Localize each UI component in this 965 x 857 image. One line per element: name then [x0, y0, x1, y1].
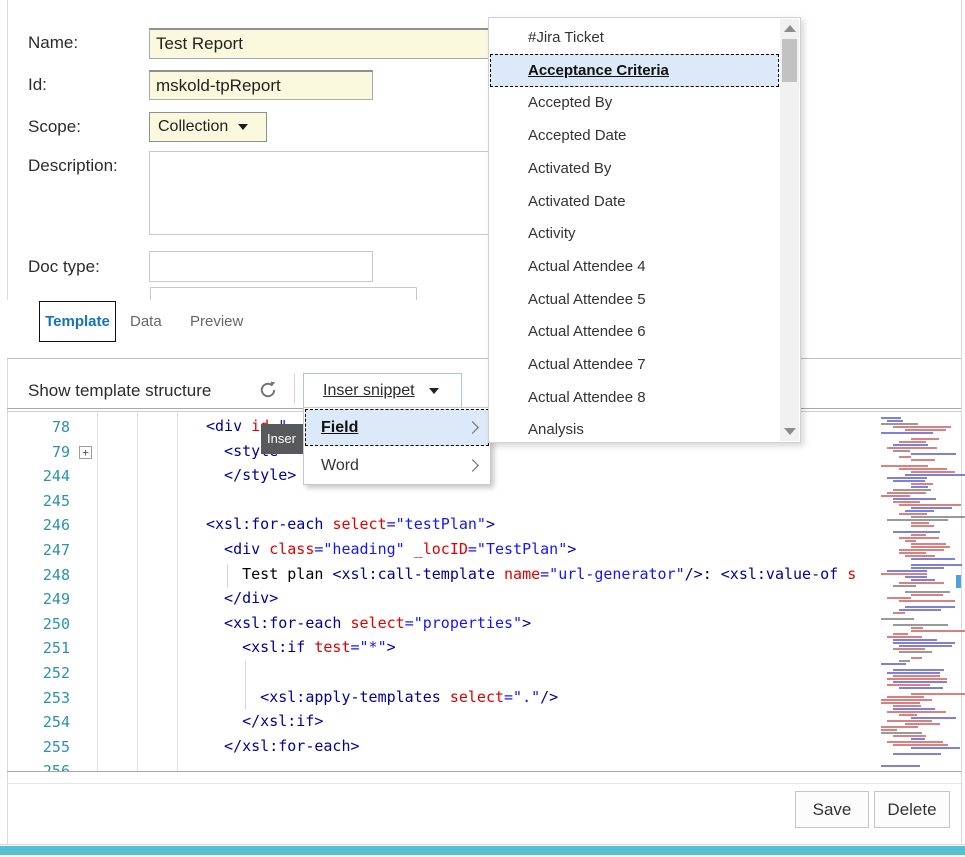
- tab-data[interactable]: Data: [130, 313, 162, 330]
- field-option[interactable]: Actual Attendee 5: [490, 283, 779, 316]
- scope-selected-value: Collection: [158, 118, 228, 136]
- code-line[interactable]: 254 </xsl:if>: [0, 710, 874, 735]
- code-line[interactable]: 246 <xsl:for-each select="testPlan">: [0, 513, 874, 538]
- code-text: </style>: [206, 466, 296, 484]
- chevron-down-icon: [238, 124, 248, 130]
- code-text: <xsl:if test="*">: [206, 638, 396, 656]
- code-text: Test plan <xsl:call-template name="url-g…: [206, 565, 856, 583]
- toolbar-separator: [294, 374, 295, 404]
- code-text: <div class="heading" _locID="TestPlan">: [206, 540, 576, 558]
- code-text: <xsl:for-each select="properties">: [206, 614, 531, 632]
- scope-label: Scope:: [28, 117, 81, 137]
- line-number: 254: [0, 713, 70, 731]
- code-line[interactable]: 248 Test plan <xsl:call-template name="u…: [0, 563, 874, 588]
- delete-button[interactable]: Delete: [874, 791, 950, 828]
- line-number: 78: [0, 418, 70, 436]
- tab-preview[interactable]: Preview: [190, 313, 243, 330]
- insert-snippet-label: Inser snippet: [323, 382, 415, 400]
- field-option[interactable]: Actual Attendee 6: [490, 315, 779, 348]
- footer-divider: [7, 783, 961, 784]
- show-template-structure-label: Show template structure: [28, 381, 211, 401]
- field-option[interactable]: Activated By: [490, 152, 779, 185]
- refresh-icon[interactable]: [257, 379, 279, 401]
- dropdown-scrollbar[interactable]: [780, 19, 799, 441]
- code-line[interactable]: 255 </xsl:for-each>: [0, 735, 874, 760]
- indent-guide: [245, 661, 246, 710]
- field-option[interactable]: Activity: [490, 217, 779, 250]
- window-right-border: [961, 0, 962, 844]
- minimap[interactable]: [877, 417, 961, 771]
- code-line[interactable]: 251 <xsl:if test="*">: [0, 636, 874, 661]
- code-text: </xsl:if>: [206, 712, 323, 730]
- tab-template-label: Template: [45, 313, 110, 330]
- code-line[interactable]: 250 <xsl:for-each select="properties">: [0, 612, 874, 637]
- field-option[interactable]: Actual Attendee 8: [490, 381, 779, 414]
- chevron-down-icon: [429, 388, 439, 394]
- code-line[interactable]: 252: [0, 661, 874, 686]
- chevron-right-icon: [466, 421, 479, 434]
- field-option[interactable]: Acceptance Criteria: [490, 54, 779, 87]
- field-option[interactable]: Accepted By: [490, 86, 779, 119]
- insert-snippet-dropdown[interactable]: Inser snippet: [303, 373, 462, 408]
- line-number: 79: [0, 443, 70, 461]
- scroll-up-icon[interactable]: [784, 25, 796, 32]
- partial-input[interactable]: [150, 287, 417, 301]
- line-number: 252: [0, 664, 70, 682]
- description-label: Description:: [28, 156, 118, 176]
- line-number: 250: [0, 615, 70, 633]
- line-number: 247: [0, 541, 70, 559]
- tab-divider: [7, 358, 961, 359]
- name-label: Name:: [28, 33, 78, 53]
- code-line[interactable]: 247 <div class="heading" _locID="TestPla…: [0, 538, 874, 563]
- snippet-menu: Field Word: [303, 407, 491, 485]
- scroll-down-icon[interactable]: [784, 428, 796, 435]
- line-number: 251: [0, 639, 70, 657]
- status-bar: [0, 846, 965, 855]
- line-number: 253: [0, 689, 70, 707]
- menu-item-label: Word: [321, 457, 468, 475]
- field-option[interactable]: Actual Attendee 7: [490, 348, 779, 381]
- report-template-editor-window: Name: Id: Scope: Collection Description:…: [0, 0, 965, 857]
- tab-template[interactable]: Template: [39, 301, 116, 342]
- save-button[interactable]: Save: [795, 791, 869, 828]
- code-line[interactable]: 249 </div>: [0, 587, 874, 612]
- indent-guide: [227, 564, 228, 588]
- line-number: 245: [0, 492, 70, 510]
- snippet-menu-item-field[interactable]: Field: [305, 409, 489, 446]
- field-option[interactable]: Actual Attendee 4: [490, 250, 779, 283]
- id-input[interactable]: [149, 70, 373, 100]
- doctype-label: Doc type:: [28, 257, 100, 277]
- code-text: </xsl:for-each>: [206, 737, 360, 755]
- menu-item-label: Field: [321, 419, 468, 437]
- code-text: <xsl:apply-templates select="."/>: [206, 688, 558, 706]
- field-option[interactable]: Accepted Date: [490, 119, 779, 152]
- code-line[interactable]: 245: [0, 489, 874, 514]
- scope-select[interactable]: Collection: [149, 112, 267, 142]
- line-number: 248: [0, 566, 70, 584]
- field-option[interactable]: Activated Date: [490, 185, 779, 218]
- editor-bottom-border: [7, 771, 961, 772]
- field-option[interactable]: #Jira Ticket: [490, 21, 779, 54]
- snippet-menu-item-word[interactable]: Word: [305, 447, 489, 484]
- line-number: 255: [0, 738, 70, 756]
- field-dropdown-panel: #Jira TicketAcceptance CriteriaAccepted …: [488, 17, 801, 443]
- line-number: 246: [0, 516, 70, 534]
- minimap-viewport-marker: [956, 575, 961, 588]
- field-option[interactable]: Analysis: [490, 413, 779, 446]
- code-text: <xsl:for-each select="testPlan">: [206, 515, 495, 533]
- scrollbar-thumb[interactable]: [782, 39, 797, 82]
- code-line[interactable]: 256: [0, 759, 874, 771]
- line-number: 244: [0, 467, 70, 485]
- id-label: Id:: [28, 75, 47, 95]
- line-number: 249: [0, 590, 70, 608]
- line-number: 256: [0, 762, 70, 771]
- doctype-input[interactable]: [149, 251, 373, 282]
- content-bottom-border: [0, 844, 965, 845]
- chevron-right-icon: [466, 459, 479, 472]
- code-text: </div>: [206, 589, 278, 607]
- code-line[interactable]: 253 <xsl:apply-templates select="."/>: [0, 686, 874, 711]
